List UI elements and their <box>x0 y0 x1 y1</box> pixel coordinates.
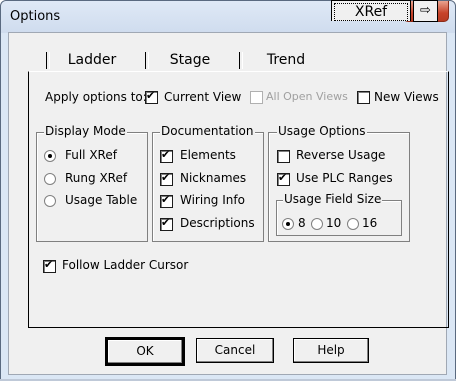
new-views-checkbox[interactable] <box>357 91 370 104</box>
all-open-views-label[interactable]: All Open Views <box>266 90 348 103</box>
current-view-checkbox[interactable] <box>145 89 158 104</box>
nicknames-checkbox[interactable] <box>160 171 173 186</box>
reverse-usage-label[interactable]: Reverse Usage <box>296 148 385 162</box>
elements-label[interactable]: Elements <box>180 148 236 162</box>
full-xref-radio[interactable] <box>44 150 56 162</box>
tab-separator <box>46 52 50 69</box>
tab-strip: Ladder Stage Trend <box>8 50 448 72</box>
usage-options-legend: Usage Options <box>277 124 367 138</box>
window-title: Options <box>10 9 61 24</box>
current-view-label[interactable]: Current View <box>164 90 241 104</box>
follow-ladder-cursor-label[interactable]: Follow Ladder Cursor <box>62 258 188 272</box>
descriptions-checkbox[interactable] <box>160 216 173 231</box>
rung-xref-radio[interactable] <box>44 173 56 185</box>
documentation-legend: Documentation <box>160 124 255 138</box>
tab-separator <box>145 52 149 69</box>
reverse-usage-checkbox[interactable] <box>277 150 290 163</box>
tab-ladder[interactable]: Ladder <box>52 50 132 71</box>
usage-field-size-legend: Usage Field Size <box>283 192 383 206</box>
tab-xref[interactable]: XRef <box>331 0 411 21</box>
elements-checkbox[interactable] <box>160 148 173 163</box>
cancel-button[interactable]: Cancel <box>196 338 274 363</box>
nicknames-label[interactable]: Nicknames <box>180 171 246 185</box>
descriptions-label[interactable]: Descriptions <box>180 216 255 230</box>
field-size-8-label[interactable]: 8 <box>298 216 306 230</box>
usage-table-radio[interactable] <box>44 195 56 207</box>
full-xref-label[interactable]: Full XRef <box>65 148 117 162</box>
field-size-16-radio[interactable] <box>347 218 359 230</box>
rung-xref-label[interactable]: Rung XRef <box>65 171 127 185</box>
field-size-16-label[interactable]: 16 <box>362 216 377 230</box>
use-plc-ranges-checkbox[interactable] <box>277 171 290 186</box>
wiring-info-label[interactable]: Wiring Info <box>180 193 245 207</box>
field-size-10-label[interactable]: 10 <box>326 216 341 230</box>
tab-scroll-right-icon[interactable]: ⇨ <box>413 0 438 22</box>
follow-ladder-cursor-checkbox[interactable] <box>43 258 56 273</box>
new-views-label[interactable]: New Views <box>374 90 439 104</box>
usage-table-label[interactable]: Usage Table <box>65 193 137 207</box>
wiring-info-checkbox[interactable] <box>160 193 173 208</box>
help-button[interactable]: Help <box>293 338 369 363</box>
tab-separator <box>239 52 243 69</box>
use-plc-ranges-label[interactable]: Use PLC Ranges <box>296 171 393 185</box>
all-open-views-checkbox[interactable] <box>250 91 263 104</box>
display-mode-legend: Display Mode <box>44 124 127 138</box>
apply-options-label: Apply options to: <box>45 90 147 104</box>
tab-trend[interactable]: Trend <box>246 50 326 71</box>
tab-xref-label: XRef <box>334 3 408 21</box>
ok-button[interactable]: OK <box>105 337 185 366</box>
field-size-10-radio[interactable] <box>311 218 323 230</box>
tab-stage[interactable]: Stage <box>150 50 230 71</box>
field-size-8-radio[interactable] <box>282 218 294 230</box>
